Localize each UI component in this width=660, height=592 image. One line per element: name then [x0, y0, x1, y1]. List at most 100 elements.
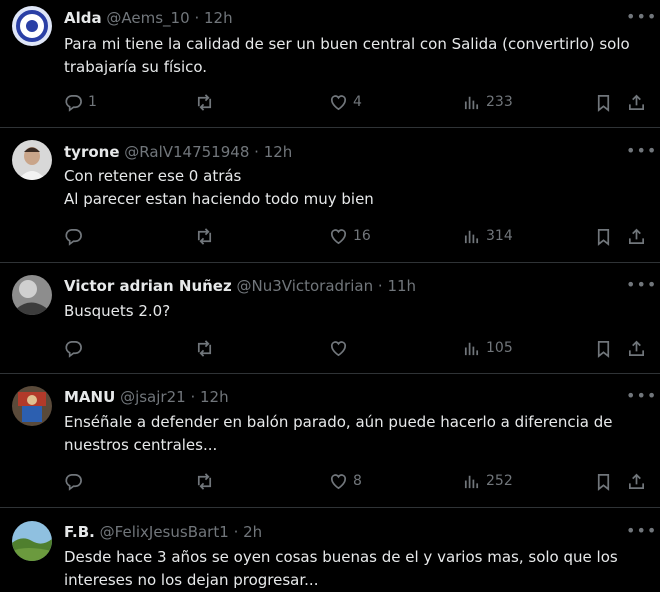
reply-icon — [65, 94, 82, 112]
share-button[interactable] — [627, 337, 646, 359]
avatar[interactable] — [12, 275, 52, 315]
user-handle[interactable]: @Aems_10 — [106, 9, 189, 27]
share-icon — [628, 340, 645, 356]
action-bar: 105 — [64, 337, 646, 359]
like-count: 16 — [353, 228, 371, 244]
tweet-text-line: nuestros centrales... — [64, 436, 218, 454]
bookmark-button[interactable] — [594, 337, 613, 359]
bookmark-icon — [597, 473, 610, 491]
like-button[interactable]: 4 — [329, 91, 362, 113]
display-name[interactable]: Alda — [64, 9, 102, 27]
tweet-text-line: Busquets 2.0? — [64, 302, 171, 320]
avatar[interactable] — [12, 521, 52, 561]
more-options-icon[interactable]: ••• — [626, 277, 656, 298]
timestamp[interactable]: 2h — [243, 523, 262, 541]
views-count: 252 — [486, 473, 513, 489]
reply-button[interactable] — [64, 470, 88, 492]
more-options-icon[interactable]: ••• — [626, 388, 656, 409]
separator: · — [190, 388, 196, 406]
like-count: 4 — [353, 94, 362, 110]
timestamp[interactable]: 12h — [204, 9, 233, 27]
share-icon — [628, 228, 645, 244]
views-button[interactable]: 252 — [462, 470, 513, 492]
tweet[interactable]: F.B. @FelixJesusBart1 · 2h ••• Desde hac… — [0, 508, 660, 592]
retweet-button[interactable] — [195, 225, 219, 247]
timestamp[interactable]: 12h — [200, 388, 229, 406]
separator: · — [233, 523, 239, 541]
reply-button[interactable] — [64, 337, 88, 359]
more-options-icon[interactable]: ••• — [626, 523, 656, 544]
views-count: 314 — [486, 228, 513, 244]
retweet-button[interactable] — [195, 470, 219, 492]
timestamp[interactable]: 12h — [264, 143, 293, 161]
tweet-text: Desde hace 3 años se oyen cosas buenas d… — [64, 546, 644, 592]
like-button[interactable]: 8 — [329, 470, 362, 492]
like-button[interactable]: 16 — [329, 225, 371, 247]
like-button[interactable] — [329, 337, 353, 359]
tweet-text-line: Para mi tiene la calidad de ser un buen … — [64, 35, 630, 53]
retweet-icon — [197, 227, 212, 245]
tweet-text-line: Al parecer estan haciendo todo muy bien — [64, 190, 374, 208]
bookmark-button[interactable] — [594, 225, 613, 247]
tweet-text: Busquets 2.0? — [64, 300, 644, 323]
display-name[interactable]: F.B. — [64, 523, 95, 541]
share-icon — [628, 473, 645, 489]
avatar[interactable] — [12, 6, 52, 46]
tweet[interactable]: MANU @jsajr21 · 12h ••• Enséñale a defen… — [0, 374, 660, 508]
display-name[interactable]: MANU — [64, 388, 115, 406]
bookmark-icon — [597, 94, 610, 112]
views-button[interactable]: 105 — [462, 337, 513, 359]
heart-icon — [330, 340, 347, 356]
views-button[interactable]: 233 — [462, 91, 513, 113]
avatar[interactable] — [12, 140, 52, 180]
separator: · — [194, 9, 200, 27]
user-handle[interactable]: @FelixJesusBart1 — [100, 523, 229, 541]
views-count: 233 — [486, 94, 513, 110]
tweet-text-line: intereses no los dejan progresar... — [64, 571, 319, 589]
timestamp[interactable]: 11h — [387, 277, 416, 295]
tweet[interactable]: Alda @Aems_10 · 12h ••• Para mi tiene la… — [0, 0, 660, 128]
reply-button[interactable]: 1 — [64, 91, 97, 113]
tweet-text: Con retener ese 0 atrás Al parecer estan… — [64, 165, 644, 211]
display-name[interactable]: tyrone — [64, 143, 120, 161]
bookmark-icon — [597, 340, 610, 358]
bookmark-button[interactable] — [594, 470, 613, 492]
more-options-icon[interactable]: ••• — [626, 143, 656, 164]
tweet-text: Para mi tiene la calidad de ser un buen … — [64, 33, 644, 79]
analytics-icon — [464, 96, 479, 109]
tweet-text-line: Enséñale a defender en balón parado, aún… — [64, 413, 613, 431]
retweet-icon — [197, 339, 212, 357]
bookmark-icon — [597, 228, 610, 246]
analytics-icon — [464, 230, 479, 243]
share-button[interactable] — [627, 225, 646, 247]
retweet-icon — [197, 472, 212, 490]
user-handle[interactable]: @jsajr21 — [120, 388, 186, 406]
more-options-icon[interactable]: ••• — [626, 9, 656, 30]
tweet-text-line: trabajaría su físico. — [64, 58, 208, 76]
like-count: 8 — [353, 473, 362, 489]
avatar[interactable] — [12, 386, 52, 426]
action-bar: 8 252 — [64, 470, 646, 492]
user-handle[interactable]: @Nu3Victoradrian — [237, 277, 374, 295]
retweet-icon — [197, 93, 212, 111]
views-button[interactable]: 314 — [462, 225, 513, 247]
share-button[interactable] — [627, 470, 646, 492]
reply-icon — [65, 340, 82, 358]
bookmark-button[interactable] — [594, 91, 613, 113]
heart-icon — [330, 94, 347, 110]
tweet[interactable]: tyrone @RalV14751948 · 12h ••• Con reten… — [0, 128, 660, 263]
action-bar: 16 314 — [64, 225, 646, 247]
retweet-button[interactable] — [195, 91, 219, 113]
action-bar: 1 4 233 — [64, 91, 646, 113]
reply-button[interactable] — [64, 225, 88, 247]
retweet-button[interactable] — [195, 337, 219, 359]
reply-icon — [65, 473, 82, 491]
separator: · — [254, 143, 259, 161]
user-handle[interactable]: @RalV14751948 — [124, 143, 249, 161]
share-button[interactable] — [627, 91, 646, 113]
reply-count: 1 — [88, 94, 97, 110]
analytics-icon — [464, 342, 479, 355]
tweet-text-line: Con retener ese 0 atrás — [64, 167, 242, 185]
tweet[interactable]: Victor adrian Nuñez @Nu3Victoradrian · 1… — [0, 263, 660, 374]
display-name[interactable]: Victor adrian Nuñez — [64, 277, 232, 295]
